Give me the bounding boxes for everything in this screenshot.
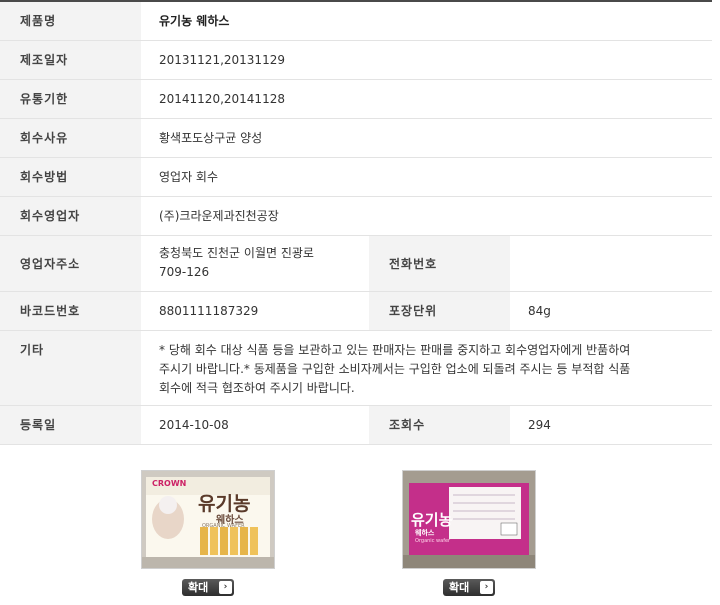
chevron-right-icon: › bbox=[219, 581, 232, 594]
recall-company-value: (주)크라운제과진천공장 bbox=[141, 196, 712, 236]
product-name-label: 제품명 bbox=[0, 2, 141, 41]
table-row: 회수사유 황색포도상구균 양성 bbox=[0, 118, 712, 158]
manufacture-date-label: 제조일자 bbox=[0, 40, 141, 80]
views-label: 조회수 bbox=[369, 405, 510, 445]
recall-reason-value: 황색포도상구균 양성 bbox=[141, 118, 712, 158]
recall-method-label: 회수방법 bbox=[0, 157, 141, 197]
table-row: 기타 * 당해 회수 대상 식품 등을 보관하고 있는 판매자는 판매를 중지하… bbox=[0, 330, 712, 406]
recall-company-label: 회수영업자 bbox=[0, 196, 141, 236]
enlarge-left-label: 확대 bbox=[188, 581, 209, 594]
etc-value: * 당해 회수 대상 식품 등을 보관하고 있는 판매자는 판매를 중지하고 회… bbox=[141, 330, 712, 406]
registered-label: 등록일 bbox=[0, 405, 141, 445]
table-row: 바코드번호 8801111187329 포장단위 84g bbox=[0, 291, 712, 331]
right-photo-title: 유기농 bbox=[411, 511, 453, 529]
company-address-value: 충청북도 진천군 이월면 진광로 709-126 bbox=[141, 235, 369, 292]
right-photo-subtitle: 웨하스 bbox=[415, 529, 435, 537]
manufacture-date-value: 20131121,20131129 bbox=[141, 40, 712, 80]
product-photo-left[interactable]: CROWN 유기농 웨하스 ORGANIC WAFER bbox=[141, 470, 275, 569]
registered-value: 2014-10-08 bbox=[141, 405, 369, 445]
chevron-right-icon: › bbox=[480, 581, 493, 594]
views-value: 294 bbox=[510, 405, 712, 445]
left-photo-caption: ORGANIC WAFER bbox=[202, 523, 245, 529]
table-row: 영업자주소 충청북도 진천군 이월면 진광로 709-126 전화번호 bbox=[0, 235, 712, 292]
table-row: 제조일자 20131121,20131129 bbox=[0, 40, 712, 80]
enlarge-left-button[interactable]: 확대 › bbox=[182, 579, 234, 596]
right-photo-caption: Organic wafer bbox=[415, 538, 451, 544]
table-row: 제품명 유기농 웨하스 bbox=[0, 2, 712, 41]
table-row: 유통기한 20141120,20141128 bbox=[0, 79, 712, 119]
etc-label: 기타 bbox=[0, 330, 141, 406]
etc-line2: 주시기 바랍니다.* 동제품을 구입한 소비자께서는 구입한 업소에 되돌려 주… bbox=[159, 361, 631, 376]
table-row: 회수영업자 (주)크라운제과진천공장 bbox=[0, 196, 712, 236]
recall-method-value: 영업자 회수 bbox=[141, 157, 712, 197]
table-row: 회수방법 영업자 회수 bbox=[0, 157, 712, 197]
recall-info-table: 제품명 유기농 웨하스 제조일자 20131121,20131129 유통기한 … bbox=[0, 2, 712, 445]
package-unit-value: 84g bbox=[510, 291, 712, 331]
barcode-label: 바코드번호 bbox=[0, 291, 141, 331]
company-address-label: 영업자주소 bbox=[0, 235, 141, 292]
company-address-line2: 709-126 bbox=[159, 265, 210, 279]
etc-line1: * 당해 회수 대상 식품 등을 보관하고 있는 판매자는 판매를 중지하고 회… bbox=[159, 342, 631, 357]
barcode-value: 8801111187329 bbox=[141, 291, 369, 331]
left-photo-brand: CROWN bbox=[152, 479, 187, 488]
etc-line3: 회수에 적극 협조하여 주시기 바랍니다. bbox=[159, 380, 355, 395]
recall-reason-label: 회수사유 bbox=[0, 118, 141, 158]
table-row: 등록일 2014-10-08 조회수 294 bbox=[0, 405, 712, 445]
expiry-date-label: 유통기한 bbox=[0, 79, 141, 119]
enlarge-right-label: 확대 bbox=[449, 581, 470, 594]
expiry-date-value: 20141120,20141128 bbox=[141, 79, 712, 119]
product-name-value: 유기농 웨하스 bbox=[141, 2, 712, 41]
product-photo-right[interactable]: 유기농 웨하스 Organic wafer bbox=[402, 470, 536, 569]
phone-label: 전화번호 bbox=[369, 235, 510, 292]
enlarge-right-button[interactable]: 확대 › bbox=[443, 579, 495, 596]
package-unit-label: 포장단위 bbox=[369, 291, 510, 331]
company-address-line1: 충청북도 진천군 이월면 진광로 bbox=[159, 246, 314, 260]
phone-value bbox=[510, 235, 712, 292]
